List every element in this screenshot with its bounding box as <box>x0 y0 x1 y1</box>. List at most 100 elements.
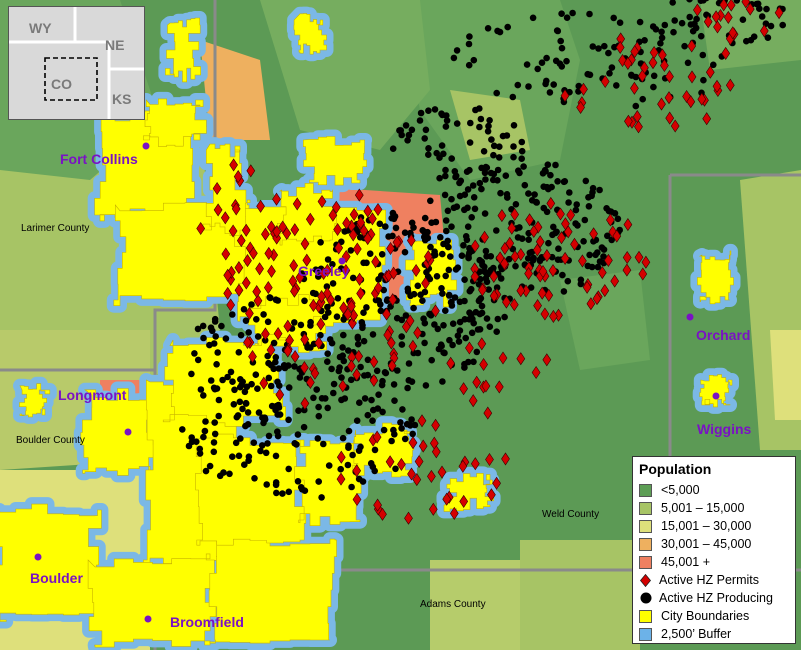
producing-well <box>259 414 266 422</box>
producing-well <box>510 153 517 161</box>
producing-well <box>739 16 747 24</box>
producing-well <box>242 317 250 325</box>
producing-well <box>467 285 475 293</box>
producing-well <box>700 76 707 84</box>
legend-item: 5,001 – 15,000 <box>639 499 789 517</box>
producing-well <box>422 126 430 134</box>
producing-well <box>314 435 322 442</box>
producing-well <box>390 381 398 388</box>
producing-well <box>636 18 644 26</box>
producing-well <box>229 378 236 386</box>
producing-well <box>398 425 405 432</box>
legend-item: 2,500’ Buffer <box>639 625 789 643</box>
producing-well <box>495 154 503 161</box>
producing-well <box>581 216 589 224</box>
producing-well <box>460 242 467 249</box>
producing-well <box>632 102 640 110</box>
producing-well <box>544 161 552 168</box>
producing-well <box>493 89 501 97</box>
producing-well <box>285 416 292 424</box>
producing-well <box>586 251 593 259</box>
producing-well <box>241 461 248 469</box>
producing-well <box>399 406 406 413</box>
producing-well <box>419 297 426 305</box>
producing-well <box>518 138 526 146</box>
producing-well <box>540 204 548 212</box>
producing-well <box>219 376 226 384</box>
producing-well <box>324 358 331 366</box>
producing-well <box>391 397 398 405</box>
producing-well <box>451 294 459 301</box>
producing-well <box>763 5 770 13</box>
producing-well <box>465 61 473 69</box>
producing-well <box>285 362 292 369</box>
producing-well <box>441 191 449 199</box>
producing-well <box>244 409 252 416</box>
producing-well <box>509 93 517 101</box>
producing-well <box>531 191 538 198</box>
producing-well <box>471 205 479 213</box>
producing-well <box>325 309 332 316</box>
producing-well <box>391 213 399 220</box>
producing-well <box>552 161 559 169</box>
producing-well <box>484 128 492 135</box>
producing-well <box>405 377 413 384</box>
producing-well <box>231 386 238 394</box>
producing-well <box>504 194 511 201</box>
producing-well <box>391 431 398 438</box>
producing-well <box>477 115 485 123</box>
producing-well <box>421 214 429 222</box>
producing-well <box>363 304 370 311</box>
producing-well <box>194 325 202 333</box>
producing-well <box>252 316 260 323</box>
producing-well <box>610 14 617 22</box>
producing-well <box>215 396 223 404</box>
producing-well <box>371 446 379 454</box>
producing-well <box>379 377 386 385</box>
producing-well <box>476 123 483 131</box>
producing-well <box>239 405 246 413</box>
producing-well <box>345 427 353 435</box>
producing-well <box>547 171 554 179</box>
producing-well <box>445 266 453 274</box>
producing-well <box>442 172 449 180</box>
producing-well <box>550 81 557 88</box>
producing-well <box>561 178 569 185</box>
producing-well <box>580 238 587 245</box>
producing-well <box>353 417 361 425</box>
producing-well <box>206 341 213 349</box>
city-boundary <box>0 503 102 622</box>
producing-well <box>473 348 481 356</box>
producing-well <box>657 40 664 47</box>
producing-well <box>448 302 456 309</box>
inset-label-ne: NE <box>105 37 125 53</box>
producing-well <box>361 372 368 379</box>
legend-item: Active HZ Producing <box>639 589 789 607</box>
producing-well <box>349 274 357 282</box>
producing-well <box>334 295 342 302</box>
producing-well <box>512 262 519 270</box>
producing-well <box>340 331 347 339</box>
producing-well <box>697 32 705 40</box>
producing-well <box>523 61 531 68</box>
producing-well <box>661 21 669 29</box>
producing-well <box>272 354 280 361</box>
producing-well <box>560 288 568 295</box>
producing-well <box>349 451 356 459</box>
producing-well <box>179 426 186 433</box>
producing-well <box>220 469 227 476</box>
producing-well <box>250 439 258 447</box>
producing-well <box>440 349 447 356</box>
producing-well <box>481 210 489 217</box>
map-legend: Population <5,000 5,001 – 15,000 15,001 – … <box>632 456 796 644</box>
producing-well <box>236 398 244 406</box>
producing-well <box>461 316 469 323</box>
producing-well <box>257 447 264 455</box>
producing-well <box>356 399 363 407</box>
producing-well <box>529 14 537 22</box>
producing-well <box>483 315 491 322</box>
producing-well <box>200 392 207 399</box>
producing-well <box>375 391 382 399</box>
producing-well <box>494 27 501 35</box>
producing-well <box>361 395 369 402</box>
